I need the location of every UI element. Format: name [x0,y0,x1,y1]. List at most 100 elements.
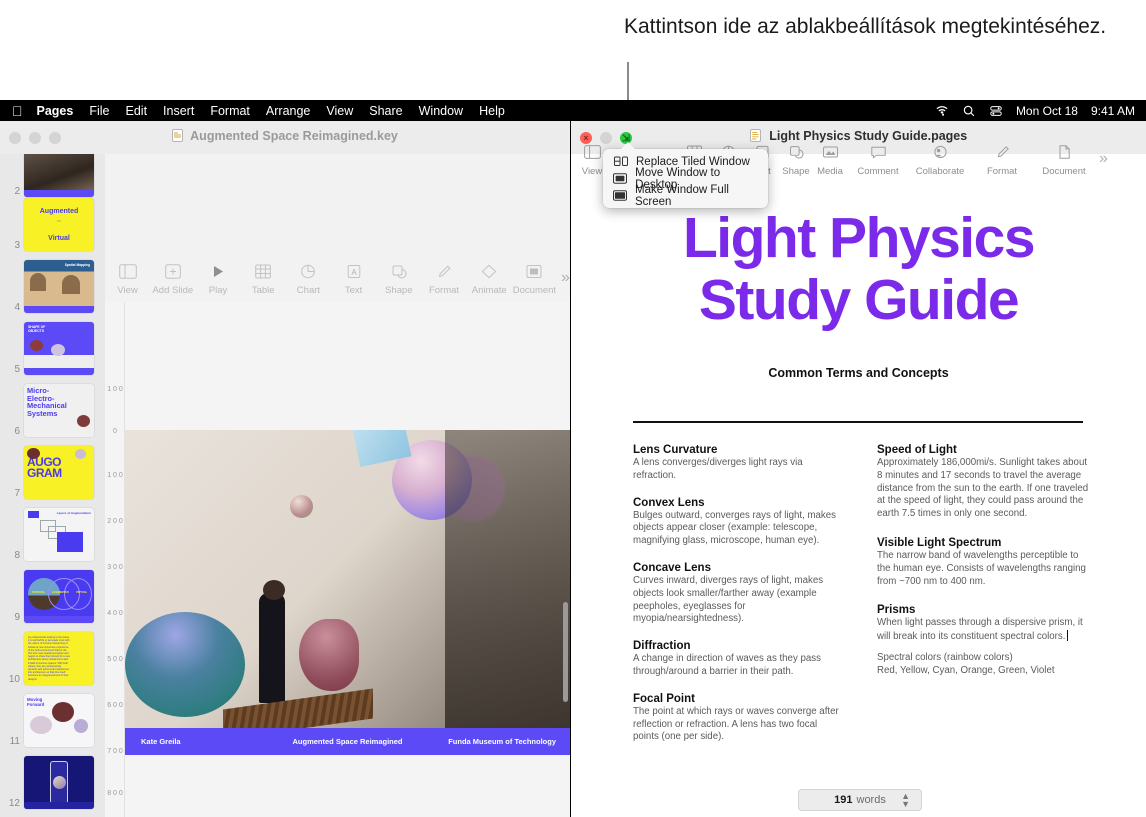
pages-tool-format[interactable]: Format [971,141,1033,177]
table-icon [241,260,286,282]
ruler-tick: 8 0 0 [107,790,123,797]
menu-item-arrange[interactable]: Arrange [266,104,310,118]
slide-thumbnail[interactable]: Augmented vs Virtual [24,198,94,251]
collaborate-icon [909,141,971,163]
slide-thumbnail[interactable]: AUGO GRAM [24,446,94,499]
keynote-tool-chart[interactable]: Chart [286,260,331,296]
pages-tool-comment[interactable]: Comment [847,141,909,177]
search-icon[interactable] [962,104,976,118]
document-title: Light Physics Study Guide [571,207,1146,331]
keynote-vertical-scrollbar[interactable] [563,602,568,702]
keynote-tool-view[interactable]: View [105,260,150,296]
keynote-slide-stage[interactable]: Kate Greila Augmented Space Reimagined F… [125,302,570,817]
control-center-icon[interactable] [989,104,1003,118]
format-icon [971,141,1033,163]
menu-item-format[interactable]: Format [210,104,250,118]
slide-thumbnail-item[interactable]: 5 SHAPE OF OBJECTS [0,322,105,375]
tool-label: Text [344,285,363,296]
slide-thumbnail[interactable] [24,756,94,809]
menu-item-pages[interactable]: Pages [37,104,74,118]
keynote-tool-animate[interactable]: Animate [467,260,512,296]
text-cursor [1067,630,1069,642]
keynote-tool-format[interactable]: Format [421,260,466,296]
pages-document-canvas[interactable]: Light Physics Study Guide Common Terms a… [571,181,1146,817]
wifi-icon[interactable] [935,104,949,118]
term-entry: Visible Light Spectrum The narrow band o… [877,537,1089,588]
pages-tool-media[interactable]: Media [813,141,847,177]
slide-thumbnail-item[interactable]: 7 AUGO GRAM [0,446,105,499]
slide-thumbnail-item[interactable]: 3 Augmented vs Virtual [0,198,105,251]
document-right-column: Speed of Light Approximately 186,000mi/s… [877,444,1089,758]
term-entry: Lens Curvature A lens converges/diverges… [633,444,845,483]
keynote-document-icon [172,129,184,142]
keynote-titlebar[interactable]: Augmented Space Reimagined.key [0,121,570,154]
menu-item-help[interactable]: Help [479,104,505,118]
menubar-clock[interactable]: 9:41 AM [1091,104,1135,118]
svg-text:A: A [351,268,357,277]
menu-item-insert[interactable]: Insert [163,104,194,118]
tool-label: Format [428,285,460,296]
slide-number: 2 [14,186,20,197]
keynote-slide-navigator[interactable]: 2 3 Augmented vs Virtual 4 Spatial Mapping [0,154,105,817]
slide-thumbnail-item[interactable]: 12 [0,756,105,809]
apple-menu-icon[interactable]:  [12,104,23,118]
pages-tool-collaborate[interactable]: Collaborate [909,141,971,177]
term-heading: Diffraction [633,640,691,653]
word-count-stepper-icon[interactable]: ▲ ▼ [901,792,910,809]
slide-thumbnail-item[interactable]: 9 PHYSICAL AUGMENTED VIRTUAL [0,570,105,623]
keynote-tool-document[interactable]: Document [512,260,557,296]
menu-item-make-window-full-screen[interactable]: Make Window Full Screen [603,184,768,208]
ruler-tick: 1 0 0 [107,386,123,393]
decor-person [258,592,285,703]
slide-thumbnail[interactable]: SHAPE OF OBJECTS [24,322,94,375]
word-count-unit: words [856,794,886,806]
slide-thumbnail[interactable]: Micro- Electro- Mechanical Systems [24,384,94,437]
term-heading: Focal Point [633,692,695,705]
window-options-menu[interactable]: Replace Tiled Window Move Window to Desk… [603,142,768,208]
keynote-tool-play[interactable]: Play [195,260,240,296]
slide-thumbnail-item[interactable]: 2 [0,154,105,197]
slide-thumbnail[interactable]: Moving Forward [24,694,94,747]
term-heading: Concave Lens [633,561,711,574]
menu-item-file[interactable]: File [89,104,109,118]
menu-item-window[interactable]: Window [419,104,463,118]
slide-thumbnail[interactable]: As professionals looking to the future, … [24,632,94,685]
shape-icon [779,141,813,163]
term-heading: Convex Lens [633,496,705,509]
document-divider [633,421,1083,423]
slide-thumbnail-item[interactable]: 8 Layers of Augmentation [0,508,105,561]
menu-item-view[interactable]: View [326,104,353,118]
keynote-tool-table[interactable]: Table [241,260,286,296]
slide-thumbnail-item[interactable]: 11 Moving Forward [0,694,105,747]
menu-item-edit[interactable]: Edit [126,104,148,118]
slide-image[interactable]: Kate Greila Augmented Space Reimagined F… [125,430,570,755]
slide-number: 3 [14,240,20,251]
slide-thumbnail-item[interactable]: 4 Spatial Mapping [0,260,105,313]
ruler-tick: 7 0 0 [107,748,123,755]
term-body: The narrow band of wavelengths perceptib… [877,549,1086,587]
slide-thumbnail[interactable]: Spatial Mapping [24,260,94,313]
pages-tool-document[interactable]: Document [1033,141,1095,177]
word-count-number: 191 [834,794,853,806]
slide-thumbnail[interactable] [24,154,94,197]
word-count-widget[interactable]: 191 words ▲ ▼ [798,789,922,811]
slide-thumbnail-item[interactable]: 6 Micro- Electro- Mechanical Systems [0,384,105,437]
macos-menu-bar:  Pages File Edit Insert Format Arrange … [0,100,1146,121]
keynote-tool-add-slide[interactable]: Add Slide [150,260,195,296]
slide-footer-bar: Kate Greila Augmented Space Reimagined F… [125,728,570,755]
decor-wall-shadow [445,430,570,755]
keynote-tool-shape[interactable]: Shape [376,260,421,296]
menu-arrow [620,142,636,150]
menu-item-share[interactable]: Share [369,104,402,118]
menubar-date[interactable]: Mon Oct 18 [1016,104,1078,118]
add-slide-icon [150,260,195,282]
term-heading: Prisms [877,604,916,617]
pages-toolbar-overflow[interactable]: » [1099,150,1108,168]
keynote-toolbar-overflow[interactable]: » [561,269,570,287]
slide-thumbnail[interactable]: PHYSICAL AUGMENTED VIRTUAL [24,570,94,623]
keynote-tool-text[interactable]: A Text [331,260,376,296]
slide-thumbnail[interactable]: Layers of Augmentation [24,508,94,561]
ruler-tick: 5 0 0 [107,656,123,663]
slide-thumbnail-item[interactable]: 10 As professionals looking to the futur… [0,632,105,685]
pages-tool-shape[interactable]: Shape [779,141,813,177]
